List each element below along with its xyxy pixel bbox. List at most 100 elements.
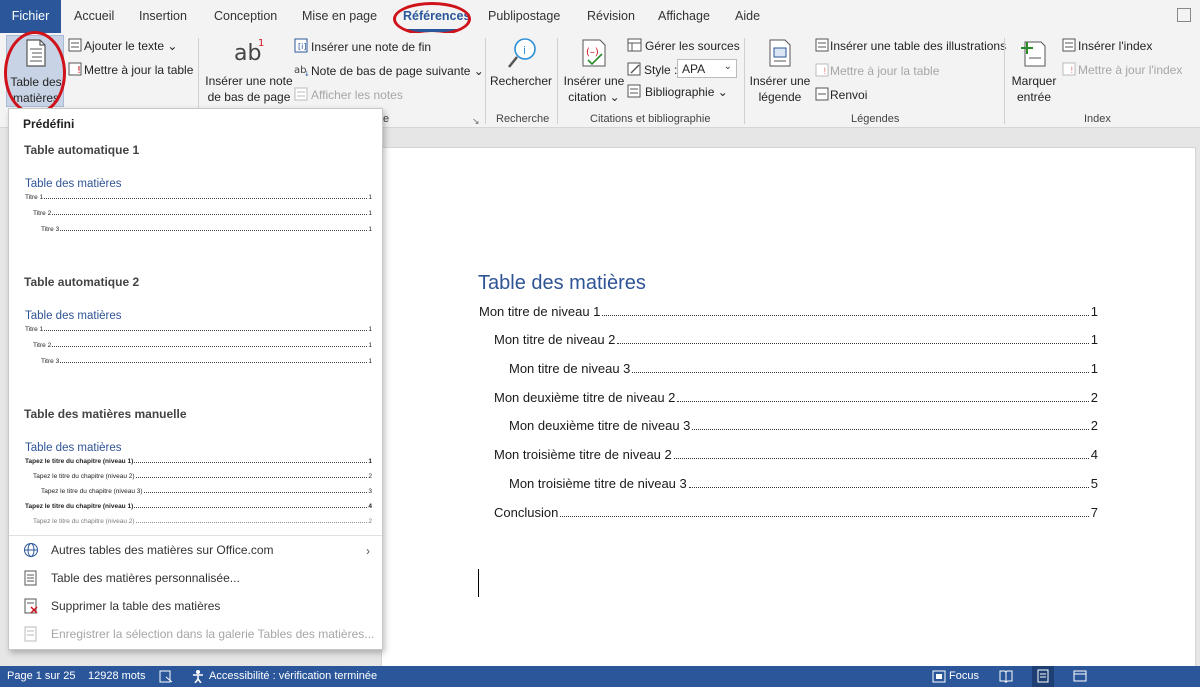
svg-text:[i]: [i]	[298, 42, 306, 51]
menu-item-remove-toc[interactable]: Supprimer la table des matières	[17, 594, 376, 618]
bibliography-icon	[627, 84, 641, 98]
toc-entry-page: 2	[1090, 390, 1098, 405]
svg-text:1: 1	[258, 38, 264, 49]
gallery-item-heading: Table automatique 2	[24, 275, 140, 289]
word-count[interactable]: 12928 mots	[88, 670, 145, 682]
proofing-icon[interactable]	[159, 670, 173, 683]
svg-text:i: i	[523, 44, 526, 57]
menu-item-label: Autres tables des matières sur Office.co…	[51, 543, 274, 557]
menu-item-more-tocs-office[interactable]: Autres tables des matières sur Office.co…	[17, 538, 376, 562]
mark-entry-icon	[1021, 41, 1046, 67]
update-table-button[interactable]: Mettre à jour la table	[84, 63, 193, 77]
toc-entry-text: Mon titre de niveau 3	[509, 361, 631, 376]
dot-leader	[602, 305, 1089, 316]
preview-title: Table des matières	[25, 310, 122, 322]
toc-entry-text: Mon deuxième titre de niveau 2	[494, 390, 676, 405]
highlight-circle-toc	[4, 31, 66, 115]
toc-dropdown-menu: Prédéfini Table automatique 1 Table des …	[8, 108, 383, 650]
dot-leader	[673, 448, 1089, 459]
next-footnote-button[interactable]: Note de bas de page suivante ⌄	[311, 64, 484, 78]
toc-entry[interactable]: Mon titre de niveau 2 1	[494, 332, 1098, 350]
style-select-value: APA	[682, 62, 706, 76]
toc-entry-text: Mon deuxième titre de niveau 3	[509, 418, 691, 433]
tab-publipostage[interactable]: Publipostage	[488, 0, 560, 33]
tab-accueil[interactable]: Accueil	[74, 0, 114, 33]
search-icon: i	[508, 38, 536, 68]
add-text-icon	[68, 38, 82, 52]
tab-mise-en-page[interactable]: Mise en page	[302, 0, 377, 33]
toc-entry[interactable]: Mon titre de niveau 3 1	[509, 361, 1098, 379]
page-count[interactable]: Page 1 sur 25	[7, 670, 76, 682]
menu-item-custom-toc[interactable]: Table des matières personnalisée...	[17, 566, 376, 590]
insert-index-button[interactable]: Insérer l'index	[1078, 39, 1152, 53]
focus-button[interactable]: Focus	[949, 670, 979, 682]
gallery-item-auto-table-2[interactable]: Table automatique 2 Table des matières T…	[13, 269, 378, 395]
preview-line: Tapez le titre du chapitre (niveau 3) 3	[41, 488, 372, 495]
group-separator	[485, 38, 486, 124]
gallery-item-manual-table[interactable]: Table des matières manuelle Table des ma…	[13, 401, 378, 529]
group-label-index: Index	[1084, 113, 1111, 125]
gallery-item-auto-table-1[interactable]: Table automatique 1 Table des matières T…	[13, 137, 378, 263]
tab-aide[interactable]: Aide	[735, 0, 760, 33]
style-select[interactable]: APA ⌄	[677, 59, 737, 78]
group-label-notes: e	[383, 113, 390, 125]
accessibility-status[interactable]: Accessibilité : vérification terminée	[209, 670, 377, 682]
style-label: Style :	[644, 63, 678, 77]
tab-insertion[interactable]: Insertion	[139, 0, 187, 33]
next-footnote-icon: ab↓	[294, 65, 310, 77]
insert-table-of-figures-button[interactable]: Insérer une table des illustrations	[830, 39, 1006, 53]
manage-sources-button[interactable]: Gérer les sources	[645, 39, 740, 53]
bibliography-button[interactable]: Bibliographie ⌄	[645, 85, 728, 99]
toc-entry-page: 2	[1090, 418, 1098, 433]
tab-affichage[interactable]: Affichage	[658, 0, 710, 33]
toc-entry[interactable]: Mon deuxième titre de niveau 3 2	[509, 418, 1098, 436]
custom-toc-icon	[24, 570, 37, 586]
show-notes-button: Afficher les notes	[311, 88, 403, 102]
update-table-of-figures-icon: !	[815, 63, 829, 77]
insert-footnote-label-1[interactable]: Insérer une note	[204, 73, 294, 89]
tab-revision[interactable]: Révision	[587, 0, 635, 33]
update-index-button: Mettre à jour l'index	[1078, 63, 1183, 77]
insert-endnote-button[interactable]: Insérer une note de fin	[311, 40, 431, 54]
toc-entry[interactable]: Mon titre de niveau 1 1	[479, 304, 1098, 322]
status-bar: Page 1 sur 25 12928 mots Accessibilité :…	[0, 666, 1200, 687]
insert-caption-label-2[interactable]: légende	[749, 89, 811, 105]
ribbon-tab-bar: Fichier Accueil Insertion Conception Mis…	[0, 0, 1200, 36]
mark-entry-label-2[interactable]: entrée	[1005, 89, 1063, 105]
search-button[interactable]: Rechercher	[490, 73, 552, 89]
group-label-citations: Citations et bibliographie	[590, 113, 711, 125]
document-page[interactable]	[381, 147, 1196, 677]
group-label-recherche: Recherche	[496, 113, 550, 125]
web-layout-icon[interactable]	[1073, 669, 1087, 683]
preview-line: Titre 31	[41, 226, 372, 233]
mark-entry-label-1[interactable]: Marquer	[1005, 73, 1063, 89]
insert-endnote-icon: [i]	[294, 38, 308, 53]
cross-reference-icon	[815, 87, 829, 101]
ribbon-display-options-icon[interactable]	[1177, 8, 1191, 22]
insert-table-of-figures-icon	[815, 38, 829, 52]
menu-item-label: Supprimer la table des matières	[51, 599, 221, 613]
dialog-launcher-icon[interactable]: ↘	[472, 116, 480, 127]
toc-entry[interactable]: Conclusion 7	[494, 505, 1098, 523]
insert-citation-label-1[interactable]: Insérer une	[563, 73, 625, 89]
toc-entry[interactable]: Mon troisième titre de niveau 3 5	[509, 476, 1098, 494]
toc-entry[interactable]: Mon troisième titre de niveau 2 4	[494, 447, 1098, 465]
preview-line: Tapez le titre du chapitre (niveau 1) 4	[25, 503, 372, 510]
insert-footnote-label-2[interactable]: de bas de page	[204, 89, 294, 105]
insert-caption-label-1[interactable]: Insérer une	[749, 73, 811, 89]
print-layout-button[interactable]	[1032, 666, 1054, 687]
preview-line: Tapez le titre du chapitre (niveau 1) 1	[25, 458, 372, 465]
preview-line: Titre 11	[25, 194, 372, 201]
read-mode-icon[interactable]	[999, 669, 1013, 683]
insert-citation-label-2[interactable]: citation ⌄	[563, 89, 625, 105]
accessibility-icon[interactable]	[191, 669, 205, 683]
tab-fichier[interactable]: Fichier	[0, 0, 61, 33]
preview-line: Titre 11	[25, 326, 372, 333]
style-icon	[627, 62, 641, 76]
toc-entry[interactable]: Mon deuxième titre de niveau 2 2	[494, 390, 1098, 408]
tab-conception[interactable]: Conception	[214, 0, 277, 33]
menu-item-label: Enregistrer la sélection dans la galerie…	[51, 627, 375, 641]
cross-reference-button[interactable]: Renvoi	[830, 88, 867, 102]
svg-text:↓: ↓	[304, 70, 310, 77]
add-text-button[interactable]: Ajouter le texte ⌄	[84, 39, 177, 53]
